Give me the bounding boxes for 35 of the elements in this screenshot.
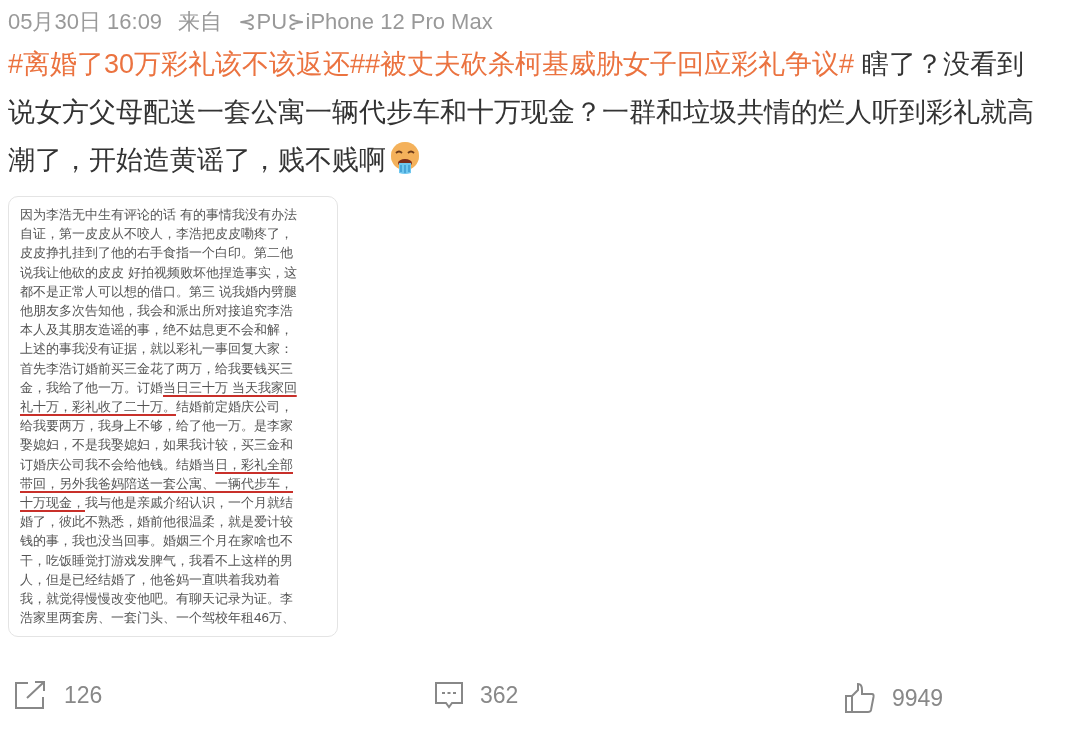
note-line: 人，但是已经结婚了，他爸妈一直哄着我劝着 bbox=[20, 570, 281, 589]
post-time: 05月30日 16:09 bbox=[8, 8, 163, 36]
note-line: 婚了，彼此不熟悉，婚前他很温柔，就是爱计较 bbox=[20, 513, 294, 532]
note-line: 他朋友多次告知他，我会和派出所对接追究李浩 bbox=[20, 302, 294, 320]
note-line: 给我要两万，我身上不够，给了他一万。是李家 bbox=[20, 417, 294, 436]
comment-count: 362 bbox=[480, 681, 519, 710]
note-line: 订婚庆公司我不会给他钱。结婚当 日，彩礼全部 bbox=[20, 455, 294, 474]
note-line: 钱的事，我也没当回事。婚姻三个月在家啥也不 bbox=[20, 532, 294, 551]
note-line: 浩家里两套房、一套门头、一个驾校年租46万、 bbox=[20, 609, 296, 628]
note-line: 皮皮挣扎挂到了他的右手食指一个白印。第二他 bbox=[20, 244, 294, 263]
like-count: 9949 bbox=[892, 684, 944, 713]
note-line: 上述的事我没有证据，就以彩礼一事回复大家： bbox=[20, 340, 294, 359]
note-line: 金，我给了他一万。订婚当日三十万 当天我家回 bbox=[20, 378, 298, 397]
note-line: 十万现金，我与他是亲戚介绍认识，一个月就结 bbox=[20, 494, 294, 513]
note-line: 首先李浩订婚前买三金花了两万，给我要钱买三 bbox=[20, 359, 294, 378]
note-line: 娶媳妇，不是我娶媳妇，如果我计较，买三金和 bbox=[20, 436, 294, 455]
post-text: #离婚了30万彩礼该不该返还##被丈夫砍杀柯基威胁女子回应彩礼争议# 瞎了？没看到说女方父母配送一套公寓一辆代步车和十万现金？一群和垃圾共情的烂人听到彩礼就高潮了，开始造黄谣了，贱不贱啊 bbox=[7, 48, 1035, 177]
note-line: 礼十万，彩礼收了二十万。结婚前定婚庆公司， bbox=[20, 398, 294, 417]
note-line: 带回，另外我爸妈陪送一套公寓、一辆代步车， bbox=[20, 474, 294, 493]
note-line: 我，就觉得慢慢改变他吧。有聊天记录为证。李 bbox=[20, 590, 294, 609]
hashtag-link[interactable]: #离婚了30万彩礼该不该返还# bbox=[8, 49, 366, 79]
hashtag-link[interactable]: #被丈夫砍杀柯基威胁女子回应彩礼争议# bbox=[365, 49, 855, 79]
source-device: ⊰PU⊱iPhone 12 Pro Max bbox=[238, 8, 493, 36]
share-count: 126 bbox=[64, 681, 103, 710]
emoji-icon bbox=[388, 141, 422, 175]
note-line: 说我让他砍的皮皮 好拍视频败坏他捏造事实，这 bbox=[20, 263, 298, 282]
note-line: 都不是正常人可以想的借口。第三 说我婚内劈腿 bbox=[20, 282, 298, 301]
source-label: 来自 bbox=[178, 8, 223, 36]
note-line: 自证，第一皮皮从不咬人，李浩把皮皮嘞疼了， bbox=[20, 225, 294, 244]
note-line: 因为李浩无中生有评论的话 有的事情我没有办法 bbox=[20, 206, 298, 224]
note-line: 干，吃饭睡觉打游戏发脾气，我看不上这样的男 bbox=[20, 551, 294, 570]
note-line: 本人及其朋友造谣的事，绝不姑息更不会和解， bbox=[20, 321, 294, 340]
comment-icon[interactable] bbox=[434, 681, 464, 710]
share-icon[interactable] bbox=[14, 680, 48, 711]
like-icon[interactable] bbox=[844, 682, 876, 715]
